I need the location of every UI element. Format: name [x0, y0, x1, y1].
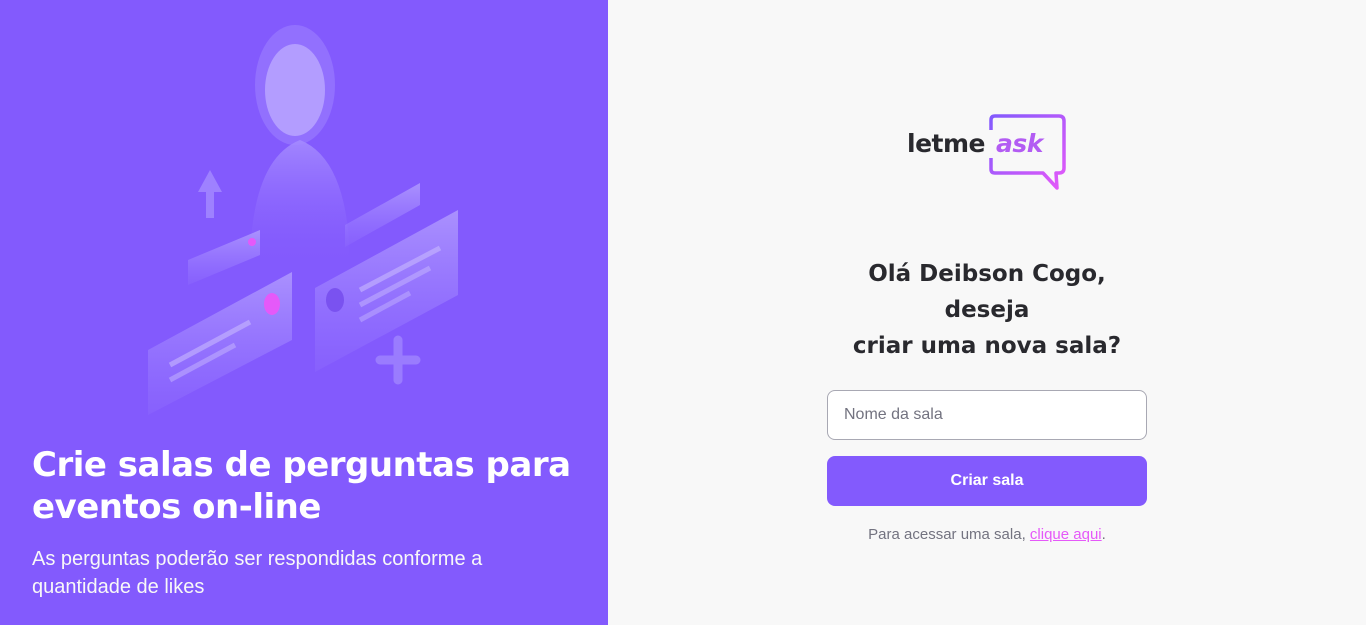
create-room-button[interactable]: Criar sala — [827, 456, 1147, 506]
greeting-line-1: Olá Deibson Cogo, deseja — [868, 261, 1106, 323]
logo-text-accent: ask — [996, 129, 1043, 158]
greeting-line-2: criar uma nova sala? — [852, 333, 1122, 359]
greeting-heading: Olá Deibson Cogo, deseja criar uma nova … — [827, 256, 1147, 364]
join-room-help: Para acessar uma sala, clique aqui. — [868, 526, 1106, 543]
create-room-form: letme ask Olá Deibson Cogo, deseja criar… — [827, 112, 1147, 543]
aside-title: Crie salas de perguntas para eventos on-… — [32, 445, 571, 527]
room-name-input[interactable] — [827, 390, 1147, 440]
help-text: Para acessar uma sala, — [868, 526, 1026, 543]
letmeask-logo: letme ask — [907, 112, 1067, 194]
left-panel: Crie salas de perguntas para eventos on-… — [0, 0, 608, 625]
aside-subtitle: As perguntas poderão ser respondidas con… — [32, 548, 483, 598]
main-panel: letme ask Olá Deibson Cogo, deseja criar… — [608, 0, 1366, 625]
help-suffix: . — [1101, 526, 1106, 543]
logo-text-main: letme — [907, 129, 985, 158]
people-questions-illustration — [140, 20, 480, 420]
join-room-link[interactable]: clique aqui — [1030, 526, 1102, 543]
